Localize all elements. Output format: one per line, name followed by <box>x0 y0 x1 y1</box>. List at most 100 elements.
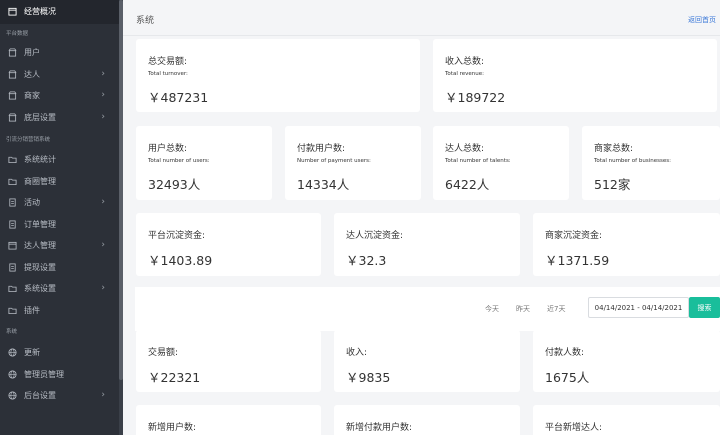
sidebar-section-platform: 平台数据 <box>6 31 29 37</box>
card-total-revenue: 收入总数: Total revenue: ￥189722 <box>433 39 717 112</box>
card-label: 平台沉淀资金: <box>148 231 206 241</box>
card-label: 交易额: <box>148 348 179 358</box>
sidebar-item[interactable]: 后台设置 › <box>0 385 119 406</box>
card-period-turnover: 交易额: ￥22321 <box>136 330 321 392</box>
sidebar-item[interactable]: 用户 <box>0 42 119 63</box>
sidebar-item-label: 商家 <box>24 91 40 100</box>
chevron-right-icon: › <box>101 240 105 250</box>
card-payment-users: 付款用户数: Number of payment users: 14334人 <box>285 126 421 200</box>
sidebar-item-overview[interactable]: 经营概况 <box>0 1 119 22</box>
back-home-link[interactable]: 返回首页 <box>688 15 716 25</box>
store-icon <box>5 46 19 60</box>
card-label: 商家总数: <box>594 144 634 154</box>
card-label: 达人沉淀资金: <box>346 231 404 241</box>
sidebar-item-label: 提现设置 <box>24 262 56 272</box>
chevron-right-icon: › <box>101 283 105 293</box>
card-period-payers: 付款人数: 1675人 <box>533 330 720 392</box>
card-period-revenue: 收入: ￥9835 <box>334 330 520 392</box>
card-label: 收入: <box>346 348 368 358</box>
card-sublabel: Total number of users: <box>148 158 210 164</box>
card-total-businesses: 商家总数: Total number of businesses: 512家 <box>582 126 720 200</box>
store-icon <box>5 67 19 81</box>
sidebar-item-label: 经营概况 <box>24 7 56 16</box>
card-value: ￥189722 <box>445 90 506 105</box>
date-range-input[interactable]: 04/14/2021 - 04/14/2021 <box>588 297 689 318</box>
date-filter-bar: 今天 昨天 近7天 04/14/2021 - 04/14/2021 搜索 <box>135 287 720 331</box>
card-label: 付款用户数: <box>297 144 346 154</box>
sidebar-item-label: 达人 <box>24 69 40 79</box>
sidebar-item[interactable]: 商圈管理 <box>0 171 119 192</box>
card-value: ￥1371.59 <box>545 253 610 268</box>
card-value: ￥22321 <box>148 370 201 385</box>
sidebar-item[interactable]: 系统设置 › <box>0 278 119 299</box>
folder-icon <box>5 153 19 167</box>
chevron-right-icon: › <box>101 197 105 207</box>
page-title: 系统 <box>136 16 155 26</box>
filter-today[interactable]: 今天 <box>485 304 499 314</box>
top-bar: 系统 返回首页 <box>123 0 720 36</box>
store-icon <box>5 110 19 124</box>
sidebar-item[interactable]: 活动 › <box>0 192 119 213</box>
card-label: 达人总数: <box>445 144 485 154</box>
card-value: 512家 <box>594 177 631 192</box>
globe-icon <box>5 367 19 381</box>
sidebar-item-label: 商圈管理 <box>24 176 56 186</box>
sidebar-item-label: 用户 <box>24 48 40 57</box>
filter-yesterday[interactable]: 昨天 <box>516 304 530 314</box>
sidebar-item-label: 管理员管理 <box>24 369 64 379</box>
card-value: ￥32.3 <box>346 253 387 268</box>
card-business-funds: 商家沉淀资金: ￥1371.59 <box>533 213 720 276</box>
card-value: 14334人 <box>297 177 350 192</box>
sidebar-item[interactable]: 达人 › <box>0 64 119 85</box>
sidebar-section-system: 系统 <box>6 329 18 335</box>
folder-icon <box>5 303 19 317</box>
main-content: 系统 返回首页 总交易额: Total turnover: ￥487231 收入… <box>123 0 720 435</box>
card-label: 商家沉淀资金: <box>545 231 603 241</box>
document-icon <box>5 260 19 274</box>
card-sublabel: Total turnover: <box>148 71 188 77</box>
card-label: 新增用户数: <box>148 423 197 433</box>
chevron-right-icon: › <box>101 90 105 100</box>
sidebar-item[interactable]: 更新 <box>0 342 119 363</box>
card-value: 1675人 <box>545 370 590 385</box>
card-sublabel: Total revenue: <box>445 71 484 77</box>
card-value: 32493人 <box>148 177 201 192</box>
filter-last-7-days[interactable]: 近7天 <box>547 304 565 314</box>
document-icon <box>5 217 19 231</box>
sidebar-item[interactable]: 达人管理 › <box>0 235 119 256</box>
sidebar-item-label: 系统设置 <box>24 284 56 293</box>
sidebar-item[interactable]: 提现设置 <box>0 257 119 278</box>
card-new-payment-users: 新增付款用户数: <box>334 405 520 435</box>
sidebar-item-label: 插件 <box>24 305 40 315</box>
chevron-right-icon: › <box>101 68 105 79</box>
card-talent-funds: 达人沉淀资金: ￥32.3 <box>334 213 520 276</box>
sidebar-item-label: 底层设置 <box>24 112 56 122</box>
calendar-icon <box>5 5 19 19</box>
sidebar-item[interactable]: 管理员管理 <box>0 364 119 385</box>
sidebar-item[interactable]: 订单管理 <box>0 214 119 235</box>
sidebar-item-label: 达人管理 <box>24 241 56 250</box>
sidebar-item[interactable]: 插件 <box>0 300 119 321</box>
search-button[interactable]: 搜索 <box>689 297 720 318</box>
card-value: ￥9835 <box>346 370 391 385</box>
sidebar-item[interactable]: 商家 › <box>0 85 119 106</box>
store-icon <box>5 89 19 103</box>
sidebar-item[interactable]: 系统统计 <box>0 149 119 170</box>
sidebar-section-distribution: 引流分销营销系统 <box>6 137 51 143</box>
folder-icon <box>5 174 19 188</box>
sidebar-item-label: 活动 <box>24 198 40 207</box>
sidebar-item-label: 订单管理 <box>24 219 56 229</box>
document-icon <box>5 196 19 210</box>
sidebar-item-label: 后台设置 <box>24 391 56 400</box>
calendar-icon <box>5 239 19 253</box>
card-platform-funds: 平台沉淀资金: ￥1403.89 <box>136 213 321 276</box>
sidebar-item[interactable]: 底层设置 › <box>0 107 119 128</box>
chevron-right-icon: › <box>101 390 105 400</box>
card-total-users: 用户总数: Total number of users: 32493人 <box>136 126 272 200</box>
card-new-users: 新增用户数: <box>136 405 321 435</box>
card-label: 新增付款用户数: <box>346 423 413 433</box>
card-value: 6422人 <box>445 177 490 192</box>
globe-icon <box>5 389 19 403</box>
card-sublabel: Number of payment users: <box>297 158 371 164</box>
card-label: 平台新增达人: <box>545 423 603 433</box>
